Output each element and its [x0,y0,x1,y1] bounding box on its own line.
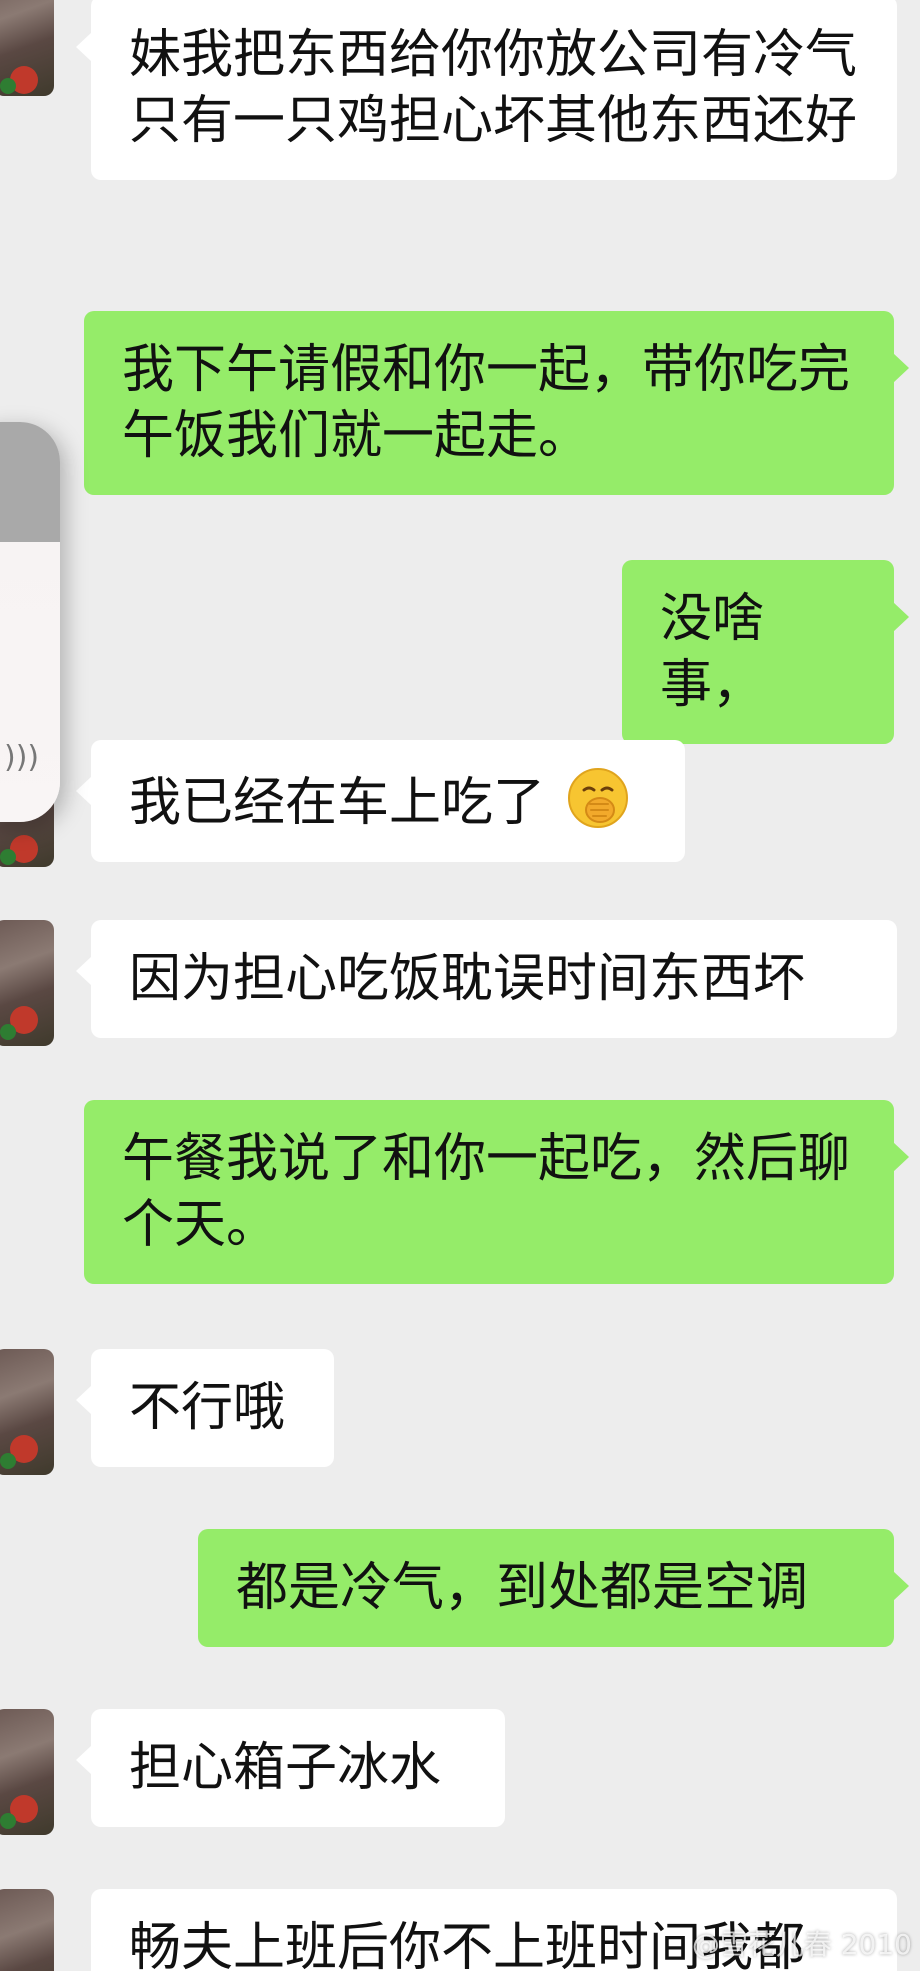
message-bubble-outgoing[interactable]: 都是冷气，到处都是空调 [198,1529,909,1647]
message-text: 午餐我说了和你一起吃，然后聊个天。 [122,1129,851,1255]
message-text: 因为担心吃饭耽误时间东西坏 [129,949,806,1009]
contact-avatar[interactable] [0,920,54,1046]
contact-avatar[interactable] [0,1709,54,1835]
message-bubble-incoming[interactable]: 担心箱子冰水 [76,1709,505,1827]
sound-waves-icon: ))) [4,740,40,775]
message-text: 我下午请假和你一起，带你吃完午饭我们就一起走。 [122,340,851,466]
contact-avatar[interactable] [0,1889,54,1971]
message-bubble-incoming[interactable]: 因为担心吃饭耽误时间东西坏 [76,920,897,1038]
message-text: 我已经在车上吃了 [129,773,546,833]
message-text: 都是冷气，到处都是空调 [236,1558,809,1618]
message-bubble-incoming[interactable]: 不行哦 [76,1349,334,1467]
message-text: 没啥事， [660,589,765,715]
chat-screen: 妹我把东西给你你放公司有冷气只有一只鸡担心坏其他东西还好 我下午请假和你一起，带… [0,0,920,1971]
message-bubble-incoming[interactable]: 妹我把东西给你你放公司有冷气只有一只鸡担心坏其他东西还好 [76,0,897,180]
watermark: @雪花儿春 2010 [691,1928,912,1961]
message-bubble-incoming[interactable]: 我已经在车上吃了 [76,740,685,862]
message-bubble-outgoing[interactable]: 午餐我说了和你一起吃，然后聊个天。 [84,1100,909,1284]
message-text: 不行哦 [129,1378,286,1438]
message-text: 妹我把东西给你你放公司有冷气只有一只鸡担心坏其他东西还好 [129,25,858,151]
message-bubble-outgoing[interactable]: 没啥事， [622,560,909,744]
message-bubble-outgoing[interactable]: 我下午请假和你一起，带你吃完午饭我们就一起走。 [84,311,909,495]
message-text: 担心箱子冰水 [129,1738,442,1798]
contact-avatar[interactable] [0,1349,54,1475]
contact-avatar[interactable] [0,0,54,96]
face-with-hand-over-mouth-icon [566,766,630,830]
floating-voice-panel[interactable]: ))) [0,422,60,822]
